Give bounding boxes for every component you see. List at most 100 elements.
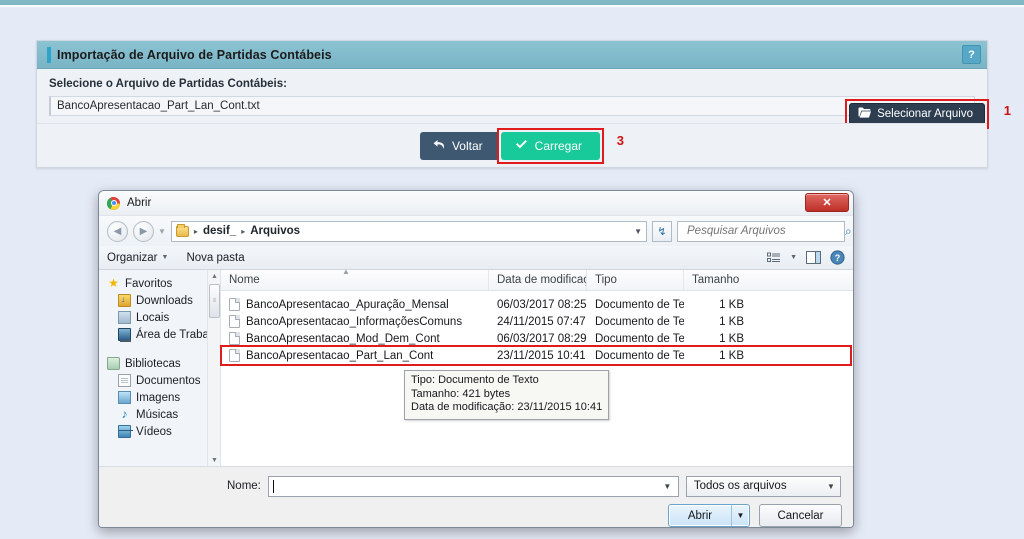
sidebar-item-imagens[interactable]: Imagens (99, 389, 220, 406)
chevron-down-icon[interactable]: ▼ (660, 477, 675, 496)
text-file-icon (229, 349, 240, 362)
sidebar-item-label: Área de Trabalh (136, 328, 218, 341)
sidebar-item-downloads[interactable]: Downloads (99, 292, 220, 309)
column-header-tamanho[interactable]: Tamanho (684, 270, 754, 290)
file-rows: BancoApresentacao_Apuração_Mensal 06/03/… (220, 291, 853, 366)
breadcrumb-separator-1: ▸ (193, 226, 198, 236)
panel-header: Importação de Arquivo de Partidas Contáb… (37, 41, 987, 69)
search-box[interactable]: ⌕ (677, 220, 852, 242)
cancel-button[interactable]: Cancelar (759, 504, 842, 527)
column-header-label: Data de modificaç... (497, 274, 586, 286)
open-button-group[interactable]: Abrir ▼ (668, 504, 750, 527)
downloads-icon (118, 294, 131, 307)
new-folder-button[interactable]: Nova pasta (186, 252, 244, 264)
dialog-toolbar-right: ▼ ? (767, 250, 845, 265)
file-type: Documento de Te... (595, 298, 684, 311)
open-file-dialog: Abrir ✕ ◀ ▶ ▼ ▸ desif_ ▸ Arquivos ▼ ↯ ⌕ … (98, 190, 854, 528)
sidebar-item-locais[interactable]: Locais (99, 309, 220, 326)
refresh-icon[interactable]: ↯ (652, 220, 672, 242)
sidebar-item-area-de-trabalho[interactable]: Área de Trabalh (99, 326, 220, 343)
search-input[interactable] (685, 224, 845, 238)
breadcrumb[interactable]: ▸ desif_ ▸ Arquivos ▼ (170, 220, 647, 242)
tooltip-line-modified: Data de modificação: 23/11/2015 10:41 (411, 401, 603, 413)
page-title: Importação de Arquivo de Partidas Contáb… (57, 47, 332, 62)
column-header-nome[interactable]: Nome ▲ (221, 270, 489, 290)
organize-menu[interactable]: Organizar ▼ (107, 252, 168, 264)
preview-pane-icon[interactable] (806, 251, 821, 264)
breadcrumb-chevron-down-icon[interactable]: ▼ (634, 227, 642, 236)
panel-accent-bar (47, 46, 51, 63)
file-name-field[interactable]: ▼ (267, 475, 679, 497)
dialog-main: ★ Favoritos Downloads Locais Área de Tra… (99, 270, 853, 466)
file-name: BancoApresentacao_InformaçõesComuns (246, 315, 463, 328)
annotation-number-1: 1 (1003, 103, 1011, 118)
table-row[interactable]: BancoApresentacao_Apuração_Mensal 06/03/… (221, 296, 853, 313)
table-row[interactable]: BancoApresentacao_InformaçõesComuns 24/1… (221, 313, 853, 330)
sidebar-group-favoritos[interactable]: ★ Favoritos (99, 275, 220, 292)
column-header-label: Nome (229, 274, 260, 286)
help-circle-icon[interactable]: ? (830, 250, 845, 265)
file-size: 1 KB (719, 349, 744, 362)
sidebar-item-label: Downloads (136, 294, 193, 307)
sidebar-item-label: Documentos (136, 374, 201, 387)
view-list-icon[interactable] (767, 252, 781, 264)
check-icon (515, 139, 528, 153)
file-modified: 23/11/2015 10:41 (497, 349, 586, 362)
selected-file-input[interactable] (49, 96, 975, 116)
sidebar-item-label: Locais (136, 311, 170, 324)
help-icon[interactable]: ? (962, 45, 981, 64)
search-icon[interactable]: ⌕ (845, 224, 852, 239)
column-header-tipo[interactable]: Tipo (587, 270, 684, 290)
table-row[interactable]: BancoApresentacao_Mod_Dem_Cont 06/03/201… (221, 330, 853, 347)
dialog-toolbar: Organizar ▼ Nova pasta ▼ ? (99, 246, 853, 270)
file-field-label: Selecione o Arquivo de Partidas Contábei… (49, 78, 287, 90)
chevron-down-icon[interactable]: ▼ (158, 227, 166, 236)
sidebar-item-documentos[interactable]: Documentos (99, 372, 220, 389)
scrollbar-thumb[interactable]: ≡ (209, 284, 220, 318)
open-button[interactable]: Abrir (669, 505, 732, 526)
chevron-down-icon: ▼ (161, 254, 169, 261)
nav-back-icon[interactable]: ◀ (107, 220, 128, 242)
navigation-pane-scrollbar[interactable]: ▲ ≡ ▼ (207, 270, 220, 466)
load-button-label: Carregar (534, 138, 583, 153)
sidebar-group-label: Favoritos (125, 277, 173, 290)
file-name-label: Nome: (227, 480, 261, 492)
open-button-chevron-down-icon[interactable]: ▼ (732, 505, 749, 526)
sidebar-group-bibliotecas[interactable]: Bibliotecas (99, 355, 220, 372)
file-field-row (49, 96, 975, 116)
library-icon (107, 357, 120, 370)
new-folder-label: Nova pasta (186, 251, 245, 264)
sidebar-item-label: Vídeos (136, 425, 172, 438)
back-button-label: Voltar (451, 138, 483, 153)
chevron-down-icon: ▼ (826, 481, 835, 491)
breadcrumb-item-1[interactable]: Arquivos (250, 225, 300, 237)
text-file-icon (229, 332, 240, 345)
dialog-navigation-bar: ◀ ▶ ▼ ▸ desif_ ▸ Arquivos ▼ ↯ ⌕ (99, 216, 853, 246)
tooltip-line-size: Tamanho: 421 bytes (411, 387, 511, 400)
nav-forward-icon[interactable]: ▶ (133, 220, 154, 242)
folder-open-icon (858, 107, 872, 121)
scroll-up-icon[interactable]: ▲ (208, 270, 220, 282)
table-row[interactable]: BancoApresentacao_Part_Lan_Cont 23/11/20… (220, 345, 853, 366)
back-button[interactable]: Voltar (419, 131, 499, 160)
file-size: 1 KB (719, 315, 744, 328)
sidebar-group-label: Bibliotecas (125, 357, 181, 370)
view-chevron-down-icon[interactable]: ▼ (790, 254, 797, 261)
svg-text:?: ? (835, 253, 841, 263)
breadcrumb-item-0[interactable]: desif_ (203, 225, 236, 237)
close-icon[interactable]: ✕ (805, 193, 849, 212)
column-header-data[interactable]: Data de modificaç... (489, 270, 587, 290)
file-name-input[interactable] (273, 476, 660, 496)
file-type-filter-select[interactable]: Todos os arquivos ▼ (685, 475, 841, 497)
sidebar-item-musicas[interactable]: ♪ Músicas (99, 406, 220, 423)
breadcrumb-separator-2: ▸ (241, 226, 246, 236)
file-name: BancoApresentacao_Part_Lan_Cont (246, 349, 434, 362)
sidebar-item-videos[interactable]: Vídeos (99, 423, 220, 440)
dialog-titlebar[interactable]: Abrir ✕ (99, 191, 853, 216)
file-name: BancoApresentacao_Apuração_Mensal (246, 298, 449, 311)
select-file-button[interactable]: Selecionar Arquivo (849, 103, 985, 125)
scroll-down-icon[interactable]: ▼ (208, 454, 220, 466)
load-button[interactable]: Carregar (500, 131, 601, 160)
recent-places-icon (118, 311, 131, 324)
